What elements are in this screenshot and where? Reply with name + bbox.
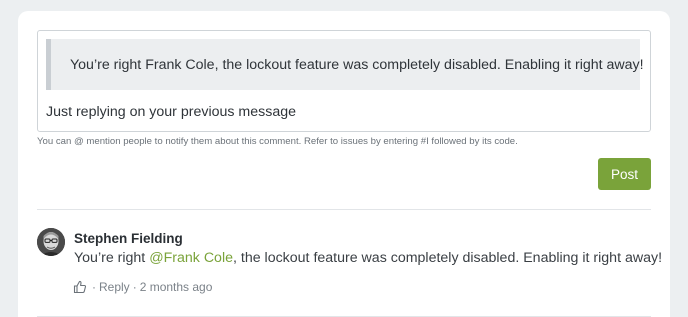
comment-body: You’re right @Frank Cole, the lockout fe… [74,250,662,266]
divider [37,209,651,210]
mention-hint: You can @ mention people to notify them … [37,136,518,147]
post-button[interactable]: Post [598,158,651,190]
avatar-image [37,228,65,256]
comment-author[interactable]: Stephen Fielding [74,231,183,246]
comment-composer[interactable]: You’re right Frank Cole, the lockout fea… [37,30,651,132]
comment-meta: · Reply · 2 months ago [73,280,212,294]
comment-body-prefix: You’re right [74,250,150,266]
comment-timestamp: 2 months ago [139,280,213,294]
comments-card: You’re right Frank Cole, the lockout fea… [18,11,670,317]
avatar[interactable] [37,228,65,256]
mention-link[interactable]: @Frank Cole [149,250,233,266]
comment-body-suffix: , the lockout feature was completely dis… [233,250,663,266]
meta-separator: · [92,280,96,294]
thumbs-up-icon[interactable] [73,280,87,294]
comment-input-text[interactable]: Just replying on your previous message [46,104,296,120]
meta-separator: · [132,280,137,294]
quoted-message-text: You’re right Frank Cole, the lockout fea… [70,56,644,73]
quoted-message: You’re right Frank Cole, the lockout fea… [46,39,644,90]
reply-link[interactable]: Reply [99,280,130,294]
